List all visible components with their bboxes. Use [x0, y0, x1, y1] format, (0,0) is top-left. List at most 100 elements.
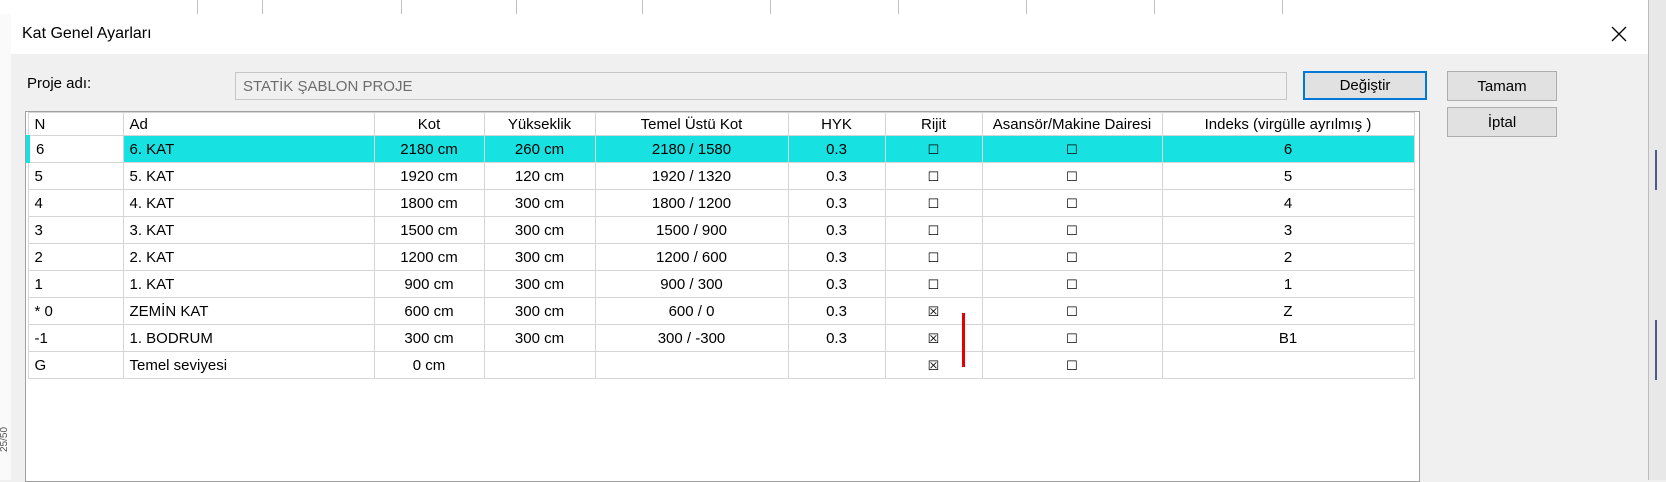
- rijit-checkbox[interactable]: ☒: [884, 351, 983, 379]
- rijit-checkbox[interactable]: ☐: [884, 216, 983, 244]
- cell-yukseklik[interactable]: 300 cm: [483, 324, 596, 352]
- cell-ad[interactable]: ZEMİN KAT: [122, 297, 375, 325]
- cell-n[interactable]: 2: [27, 243, 124, 271]
- column-header-n[interactable]: N: [27, 112, 124, 136]
- checkbox-glyph: ☒: [927, 357, 940, 373]
- cell-kot[interactable]: 600 cm: [373, 297, 485, 325]
- column-header-ad[interactable]: Ad: [122, 112, 375, 136]
- rijit-checkbox[interactable]: ☒: [884, 297, 983, 325]
- cell-n[interactable]: 6: [26, 135, 124, 163]
- cell-ad[interactable]: 3. KAT: [122, 216, 375, 244]
- cell-kot[interactable]: 1800 cm: [373, 189, 485, 217]
- cell-kot[interactable]: 300 cm: [373, 324, 485, 352]
- cell-kot[interactable]: 1920 cm: [373, 162, 485, 190]
- table-row[interactable]: 4 4. KAT 1800 cm 300 cm 1800 / 1200 0.3 …: [27, 189, 1415, 217]
- cell-n[interactable]: 3: [27, 216, 124, 244]
- cell-indeks[interactable]: 5: [1161, 162, 1415, 190]
- asansor-checkbox[interactable]: ☐: [981, 324, 1163, 352]
- cell-ad[interactable]: 1. BODRUM: [122, 324, 375, 352]
- cell-n[interactable]: -1: [27, 324, 124, 352]
- table-row[interactable]: 2 2. KAT 1200 cm 300 cm 1200 / 600 0.3 ☐…: [27, 243, 1415, 271]
- cell-yukseklik[interactable]: 300 cm: [483, 243, 596, 271]
- asansor-checkbox[interactable]: ☐: [981, 189, 1163, 217]
- cell-kot[interactable]: 1200 cm: [373, 243, 485, 271]
- column-header-temel-ustu-kot[interactable]: Temel Üstü Kot: [594, 112, 789, 136]
- cell-yukseklik[interactable]: 260 cm: [483, 135, 596, 163]
- column-header-indeks[interactable]: Indeks (virgülle ayrılmış ): [1161, 112, 1415, 136]
- cell-kot[interactable]: 1500 cm: [373, 216, 485, 244]
- cell-ad[interactable]: 2. KAT: [122, 243, 375, 271]
- asansor-checkbox[interactable]: ☐: [981, 243, 1163, 271]
- rijit-checkbox[interactable]: ☐: [884, 162, 983, 190]
- cell-ad[interactable]: Temel seviyesi: [122, 351, 375, 379]
- cell-yukseklik[interactable]: 300 cm: [483, 297, 596, 325]
- cell-hyk[interactable]: 0.3: [787, 216, 886, 244]
- checkbox-glyph: ☐: [1066, 168, 1078, 184]
- cell-indeks[interactable]: Z: [1161, 297, 1415, 325]
- cell-indeks[interactable]: 4: [1161, 189, 1415, 217]
- background-divider: [401, 0, 402, 14]
- table-row[interactable]: 5 5. KAT 1920 cm 120 cm 1920 / 1320 0.3 …: [27, 162, 1415, 190]
- cell-hyk[interactable]: 0.3: [787, 297, 886, 325]
- cell-indeks[interactable]: 2: [1161, 243, 1415, 271]
- cell-ad[interactable]: 4. KAT: [122, 189, 375, 217]
- cell-n[interactable]: G: [27, 351, 124, 379]
- cancel-button[interactable]: İptal: [1447, 107, 1557, 137]
- cell-hyk[interactable]: 0.3: [787, 270, 886, 298]
- table-row-selected[interactable]: 6 6. KAT 2180 cm 260 cm 2180 / 1580 0.3 …: [26, 135, 1415, 163]
- rijit-checkbox[interactable]: ☐: [884, 270, 983, 298]
- column-header-yukseklik[interactable]: Yükseklik: [483, 112, 596, 136]
- cell-kot[interactable]: 0 cm: [373, 351, 485, 379]
- cell-kot[interactable]: 900 cm: [373, 270, 485, 298]
- asansor-checkbox[interactable]: ☐: [981, 297, 1163, 325]
- cell-indeks[interactable]: 1: [1161, 270, 1415, 298]
- rijit-checkbox[interactable]: ☐: [884, 135, 983, 163]
- cell-ad[interactable]: 6. KAT: [122, 135, 375, 163]
- asansor-checkbox[interactable]: ☐: [981, 351, 1163, 379]
- cell-ad[interactable]: 5. KAT: [122, 162, 375, 190]
- asansor-checkbox[interactable]: ☐: [981, 216, 1163, 244]
- cell-n[interactable]: 4: [27, 189, 124, 217]
- table-row[interactable]: -1 1. BODRUM 300 cm 300 cm 300 / -300 0.…: [27, 324, 1415, 352]
- background-decoration: [1655, 150, 1657, 190]
- asansor-checkbox[interactable]: ☐: [981, 162, 1163, 190]
- cell-yukseklik[interactable]: 300 cm: [483, 216, 596, 244]
- cell-indeks[interactable]: [1161, 351, 1415, 379]
- column-header-hyk[interactable]: HYK: [787, 112, 886, 136]
- cell-indeks[interactable]: B1: [1161, 324, 1415, 352]
- table-row[interactable]: G Temel seviyesi 0 cm ☒ ☐: [27, 351, 1415, 379]
- rijit-checkbox[interactable]: ☐: [884, 189, 983, 217]
- close-button[interactable]: [1604, 20, 1634, 48]
- cell-n[interactable]: * 0: [27, 297, 124, 325]
- cell-indeks[interactable]: 6: [1161, 135, 1415, 163]
- cell-yukseklik[interactable]: [483, 351, 596, 379]
- cell-kot[interactable]: 2180 cm: [373, 135, 485, 163]
- asansor-checkbox[interactable]: ☐: [981, 135, 1163, 163]
- floor-grid[interactable]: N Ad Kot Yükseklik Temel Üstü Kot HYK Ri…: [25, 111, 1420, 482]
- column-header-rijit[interactable]: Rijit: [884, 112, 983, 136]
- table-row[interactable]: 3 3. KAT 1500 cm 300 cm 1500 / 900 0.3 ☐…: [27, 216, 1415, 244]
- cell-hyk[interactable]: 0.3: [787, 135, 886, 163]
- cell-n[interactable]: 1: [27, 270, 124, 298]
- cell-yukseklik[interactable]: 120 cm: [483, 162, 596, 190]
- cell-hyk[interactable]: [787, 351, 886, 379]
- cell-hyk[interactable]: 0.3: [787, 189, 886, 217]
- column-header-asansor[interactable]: Asansör/Makine Dairesi: [981, 112, 1163, 136]
- table-row[interactable]: 1 1. KAT 900 cm 300 cm 900 / 300 0.3 ☐ ☐…: [27, 270, 1415, 298]
- asansor-checkbox[interactable]: ☐: [981, 270, 1163, 298]
- change-button[interactable]: Değiştir: [1303, 71, 1427, 100]
- rijit-checkbox[interactable]: ☒: [884, 324, 983, 352]
- rijit-checkbox[interactable]: ☐: [884, 243, 983, 271]
- ok-button[interactable]: Tamam: [1447, 71, 1557, 101]
- column-header-kot[interactable]: Kot: [373, 112, 485, 136]
- project-name-field[interactable]: [235, 72, 1287, 100]
- cell-hyk[interactable]: 0.3: [787, 243, 886, 271]
- cell-ad[interactable]: 1. KAT: [122, 270, 375, 298]
- cell-hyk[interactable]: 0.3: [787, 324, 886, 352]
- cell-yukseklik[interactable]: 300 cm: [483, 270, 596, 298]
- cell-n[interactable]: 5: [27, 162, 124, 190]
- cell-yukseklik[interactable]: 300 cm: [483, 189, 596, 217]
- table-row[interactable]: * 0 ZEMİN KAT 600 cm 300 cm 600 / 0 0.3 …: [27, 297, 1415, 325]
- cell-indeks[interactable]: 3: [1161, 216, 1415, 244]
- cell-hyk[interactable]: 0.3: [787, 162, 886, 190]
